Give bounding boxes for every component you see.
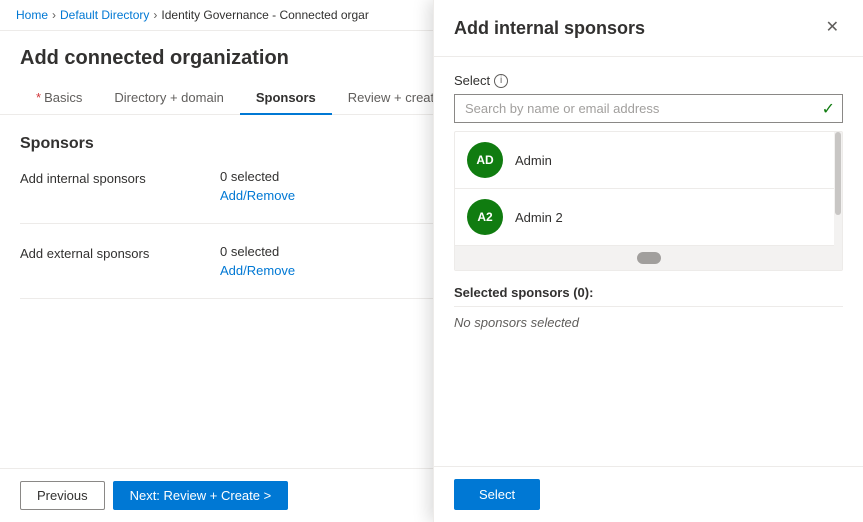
panel-body: Select i ✓ AD Admin A2 Admin 2 — [434, 57, 863, 466]
selected-section: Selected sponsors (0): No sponsors selec… — [454, 285, 843, 330]
breadcrumb-home[interactable]: Home — [16, 8, 48, 22]
no-sponsors-text: No sponsors selected — [454, 315, 843, 330]
user-list: AD Admin A2 Admin 2 — [454, 131, 843, 271]
panel-overlay: Add internal sponsors ✕ Select i ✓ AD Ad… — [433, 0, 863, 522]
tab-sponsors[interactable]: Sponsors — [240, 82, 332, 115]
select-label: Select i — [454, 73, 843, 88]
avatar-admin: AD — [467, 142, 503, 178]
tab-basics[interactable]: *Basics — [20, 82, 98, 115]
breadcrumb-sep1: › — [52, 8, 56, 22]
breadcrumb-directory[interactable]: Default Directory — [60, 8, 149, 22]
breadcrumb-sep2: › — [153, 8, 157, 22]
breadcrumb-current: Identity Governance - Connected orgar — [161, 8, 368, 22]
search-box: ✓ — [454, 94, 843, 123]
select-button[interactable]: Select — [454, 479, 540, 510]
search-check-icon: ✓ — [822, 99, 835, 119]
user-item-admin[interactable]: AD Admin — [455, 132, 842, 189]
user-name-admin: Admin — [515, 153, 552, 168]
internal-sponsors-label: Add internal sponsors — [20, 169, 220, 186]
tab-directory-domain[interactable]: Directory + domain — [98, 82, 239, 115]
user-item-admin2[interactable]: A2 Admin 2 — [455, 189, 842, 246]
more-indicator — [455, 246, 842, 270]
footer: Previous Next: Review + Create > — [0, 468, 433, 522]
search-input[interactable] — [454, 94, 843, 123]
panel-footer: Select — [434, 466, 863, 522]
list-scrollbar-thumb — [835, 132, 841, 215]
selected-sponsors-title: Selected sponsors (0): — [454, 285, 843, 307]
external-sponsors-info: 0 selected Add/Remove — [220, 244, 295, 278]
user-name-admin2: Admin 2 — [515, 210, 563, 225]
external-sponsors-label: Add external sponsors — [20, 244, 220, 261]
info-icon[interactable]: i — [494, 74, 508, 88]
panel-close-button[interactable]: ✕ — [822, 16, 843, 40]
internal-sponsors-info: 0 selected Add/Remove — [220, 169, 295, 203]
previous-button[interactable]: Previous — [20, 481, 105, 510]
external-sponsors-add-remove[interactable]: Add/Remove — [220, 263, 295, 278]
avatar-admin2: A2 — [467, 199, 503, 235]
tab-basics-required: * — [36, 90, 41, 105]
internal-sponsors-count: 0 selected — [220, 169, 295, 184]
list-scrollbar — [834, 132, 842, 270]
external-sponsors-count: 0 selected — [220, 244, 295, 259]
more-dots-icon — [637, 252, 661, 264]
internal-sponsors-add-remove[interactable]: Add/Remove — [220, 188, 295, 203]
panel-title: Add internal sponsors — [454, 18, 645, 39]
next-button[interactable]: Next: Review + Create > — [113, 481, 289, 510]
panel-header: Add internal sponsors ✕ — [434, 0, 863, 57]
main-page: Home › Default Directory › Identity Gove… — [0, 0, 863, 522]
